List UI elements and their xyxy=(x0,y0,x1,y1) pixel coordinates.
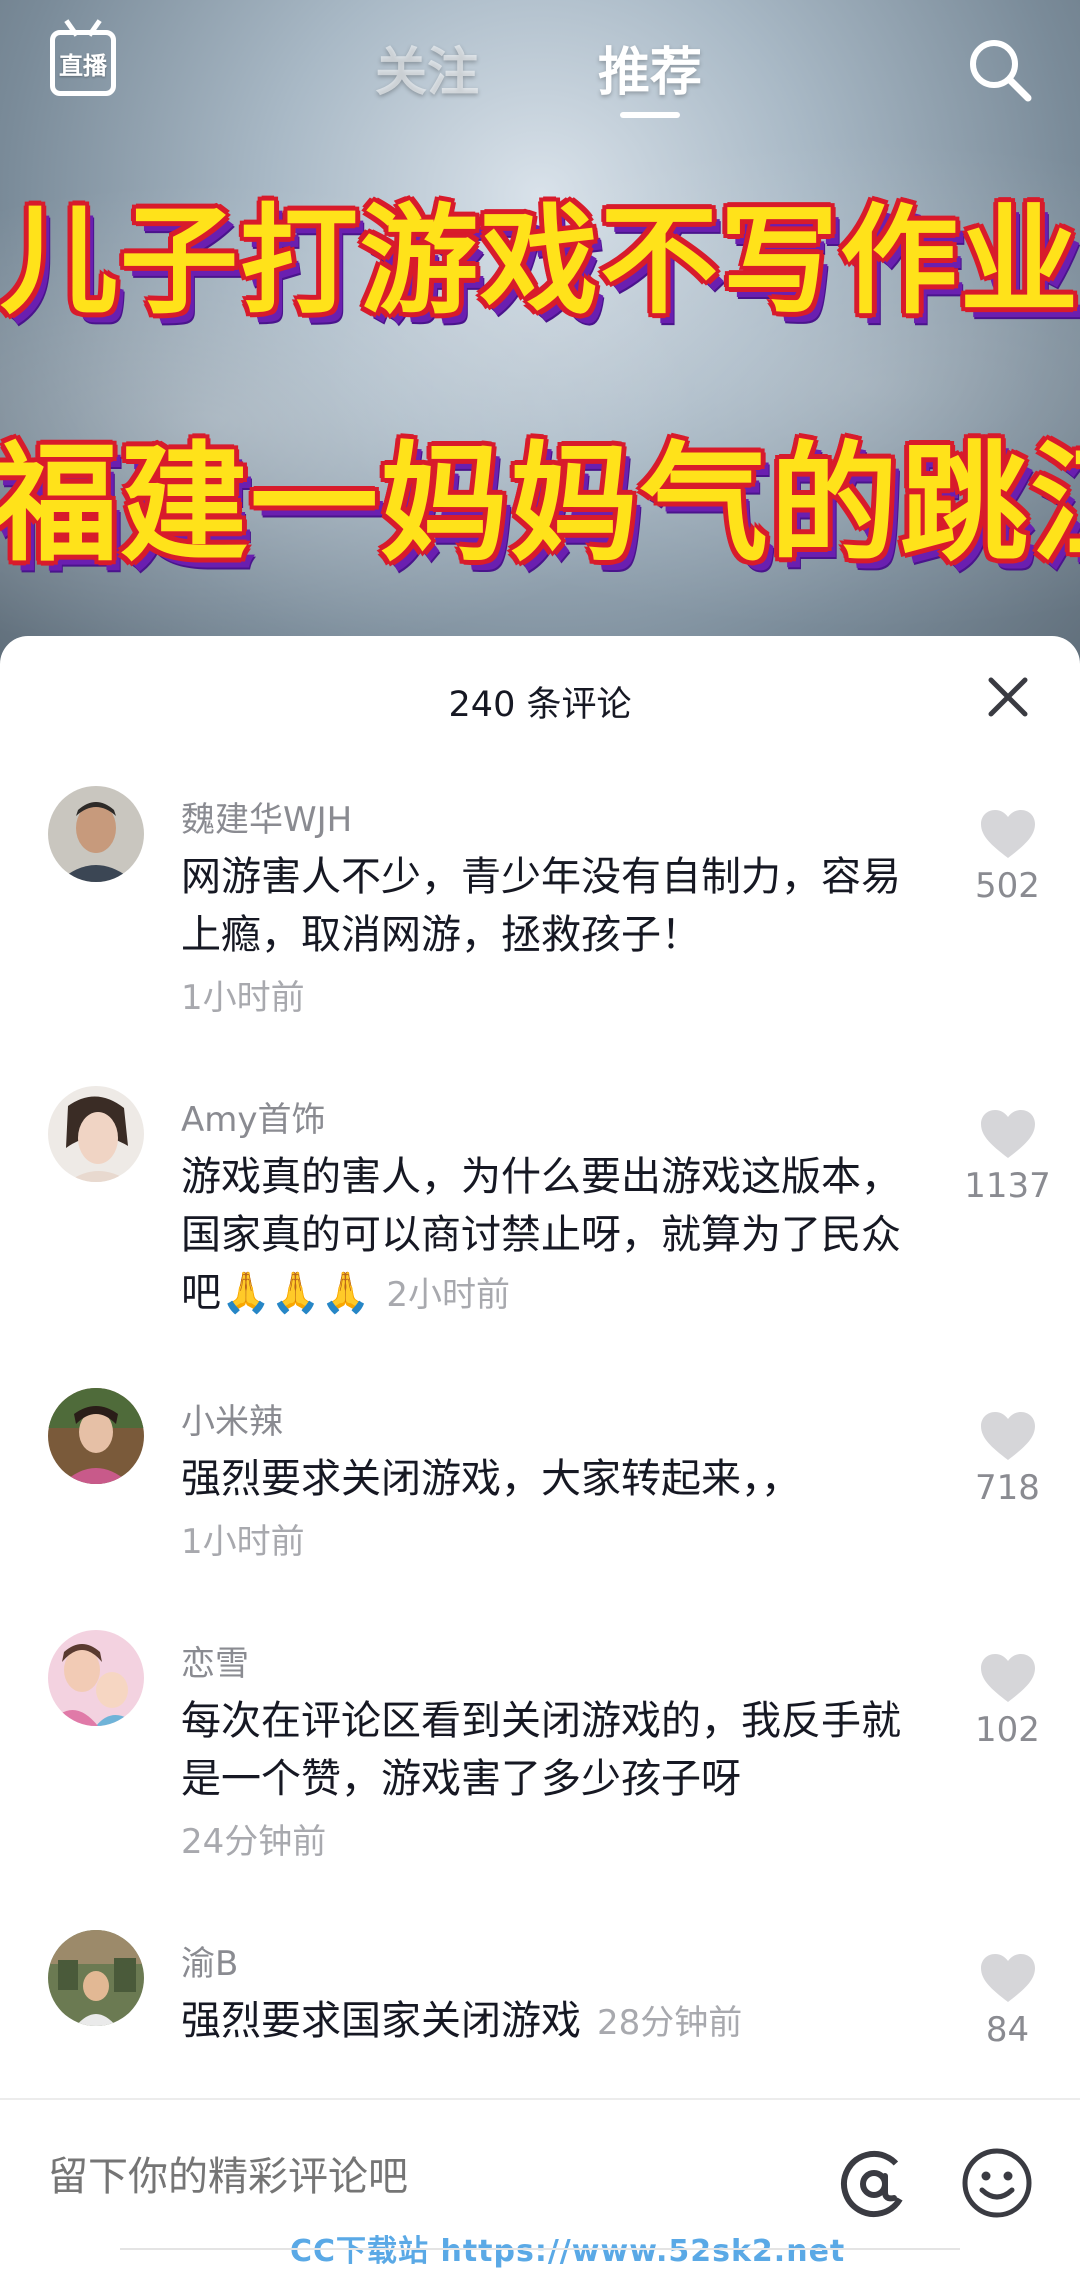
bottom-divider xyxy=(120,2248,960,2259)
comment-username[interactable]: 小米辣 xyxy=(181,1394,283,1443)
comment-input[interactable] xyxy=(48,2154,808,2200)
comment-sheet-header: 240 条评论 xyxy=(0,636,1080,760)
comment-username[interactable]: 恋雪 xyxy=(181,1636,249,1685)
comment-item: 恋雪 每次在评论区看到关闭游戏的，我反手就是一个赞，游戏害了多少孩子呀 24分钟… xyxy=(0,1630,1080,1890)
emoji-icon[interactable] xyxy=(960,2146,1034,2220)
comment-time: 24分钟前 xyxy=(181,1822,327,1862)
avatar[interactable] xyxy=(48,1086,144,1182)
tab-recommend[interactable]: 推荐 xyxy=(598,30,702,105)
comment-username[interactable]: Amy首饰 xyxy=(181,1092,326,1141)
avatar[interactable] xyxy=(48,1388,144,1484)
like-button[interactable]: 718 xyxy=(945,1410,1070,1508)
comment-sheet: 240 条评论 魏建华WJH 网游害人不少，青少年没有自制力，容易上瘾，取消网游… xyxy=(0,636,1080,2255)
comment-item: 渝B 强烈要求国家关闭游戏 28分钟前 84 xyxy=(0,1930,1080,2090)
comment-text: 每次在评论区看到关闭游戏的，我反手就是一个赞，游戏害了多少孩子呀 xyxy=(181,1698,901,1802)
like-button[interactable]: 1137 xyxy=(945,1108,1070,1206)
avatar[interactable] xyxy=(48,786,144,882)
comment-text: 网游害人不少，青少年没有自制力，容易上瘾，取消网游，拯救孩子！ xyxy=(181,854,901,958)
comment-time: 2小时前 xyxy=(386,1275,511,1315)
like-count: 502 xyxy=(975,866,1040,906)
comment-item: 小米辣 强烈要求关闭游戏，大家转起来，， 1小时前 718 xyxy=(0,1388,1080,1618)
mention-icon[interactable] xyxy=(838,2148,910,2220)
like-button[interactable]: 84 xyxy=(945,1952,1070,2050)
top-nav: 直播 关注 推荐 xyxy=(0,0,1080,140)
active-tab-indicator xyxy=(620,112,680,118)
comment-text: 强烈要求国家关闭游戏 28分钟前 xyxy=(181,1992,916,2052)
comment-time: 1小时前 xyxy=(181,1522,305,1562)
heart-icon xyxy=(980,1954,1035,2002)
comment-text-content: 强烈要求国家关闭游戏 xyxy=(181,1998,581,2044)
comment-username[interactable]: 渝B xyxy=(181,1936,238,1985)
like-button[interactable]: 102 xyxy=(945,1652,1070,1750)
like-count: 718 xyxy=(975,1468,1040,1508)
comment-username[interactable]: 魏建华WJH xyxy=(181,792,352,841)
like-count: 84 xyxy=(985,2010,1030,2050)
comment-text-content: 游戏真的害人，为什么要出游戏这版本，国家真的可以商讨禁止呀，就算为了民众吧🙏🙏🙏 xyxy=(181,1154,901,1316)
comment-time: 28分钟前 xyxy=(597,2003,743,2043)
heart-icon xyxy=(980,1654,1035,1702)
tab-follow[interactable]: 关注 xyxy=(375,30,479,105)
live-icon[interactable]: 直播 xyxy=(50,30,116,96)
heart-icon xyxy=(980,1412,1035,1460)
heart-icon xyxy=(980,810,1035,858)
avatar[interactable] xyxy=(48,1930,144,2026)
live-label: 直播 xyxy=(59,51,107,80)
video-caption-line2: 福建一妈妈气的跳江了 xyxy=(0,430,1080,579)
comment-text: 强烈要求关闭游戏，大家转起来，， xyxy=(181,1456,801,1502)
comment-text: 游戏真的害人，为什么要出游戏这版本，国家真的可以商讨禁止呀，就算为了民众吧🙏🙏🙏… xyxy=(181,1148,916,1324)
comment-time: 1小时前 xyxy=(181,978,305,1018)
close-icon[interactable] xyxy=(985,674,1031,720)
video-player[interactable]: 直播 关注 推荐 儿子打游戏不写作业 福建一妈妈气的跳江了 xyxy=(0,0,1080,700)
search-icon[interactable] xyxy=(965,35,1033,103)
heart-icon xyxy=(980,1110,1035,1158)
like-count: 1137 xyxy=(964,1166,1051,1206)
comment-item: 魏建华WJH 网游害人不少，青少年没有自制力，容易上瘾，取消网游，拯救孩子！ 1… xyxy=(0,786,1080,1066)
like-count: 102 xyxy=(975,1710,1040,1750)
like-button[interactable]: 502 xyxy=(945,808,1070,906)
avatar[interactable] xyxy=(48,1630,144,1726)
video-caption-line1: 儿子打游戏不写作业 xyxy=(0,192,1080,330)
comment-item: Amy首饰 游戏真的害人，为什么要出游戏这版本，国家真的可以商讨禁止呀，就算为了… xyxy=(0,1086,1080,1376)
comment-input-bar: CC下载站 https://www.52sk2.net xyxy=(0,2098,1080,2269)
comment-count-title: 240 条评论 xyxy=(448,685,632,725)
